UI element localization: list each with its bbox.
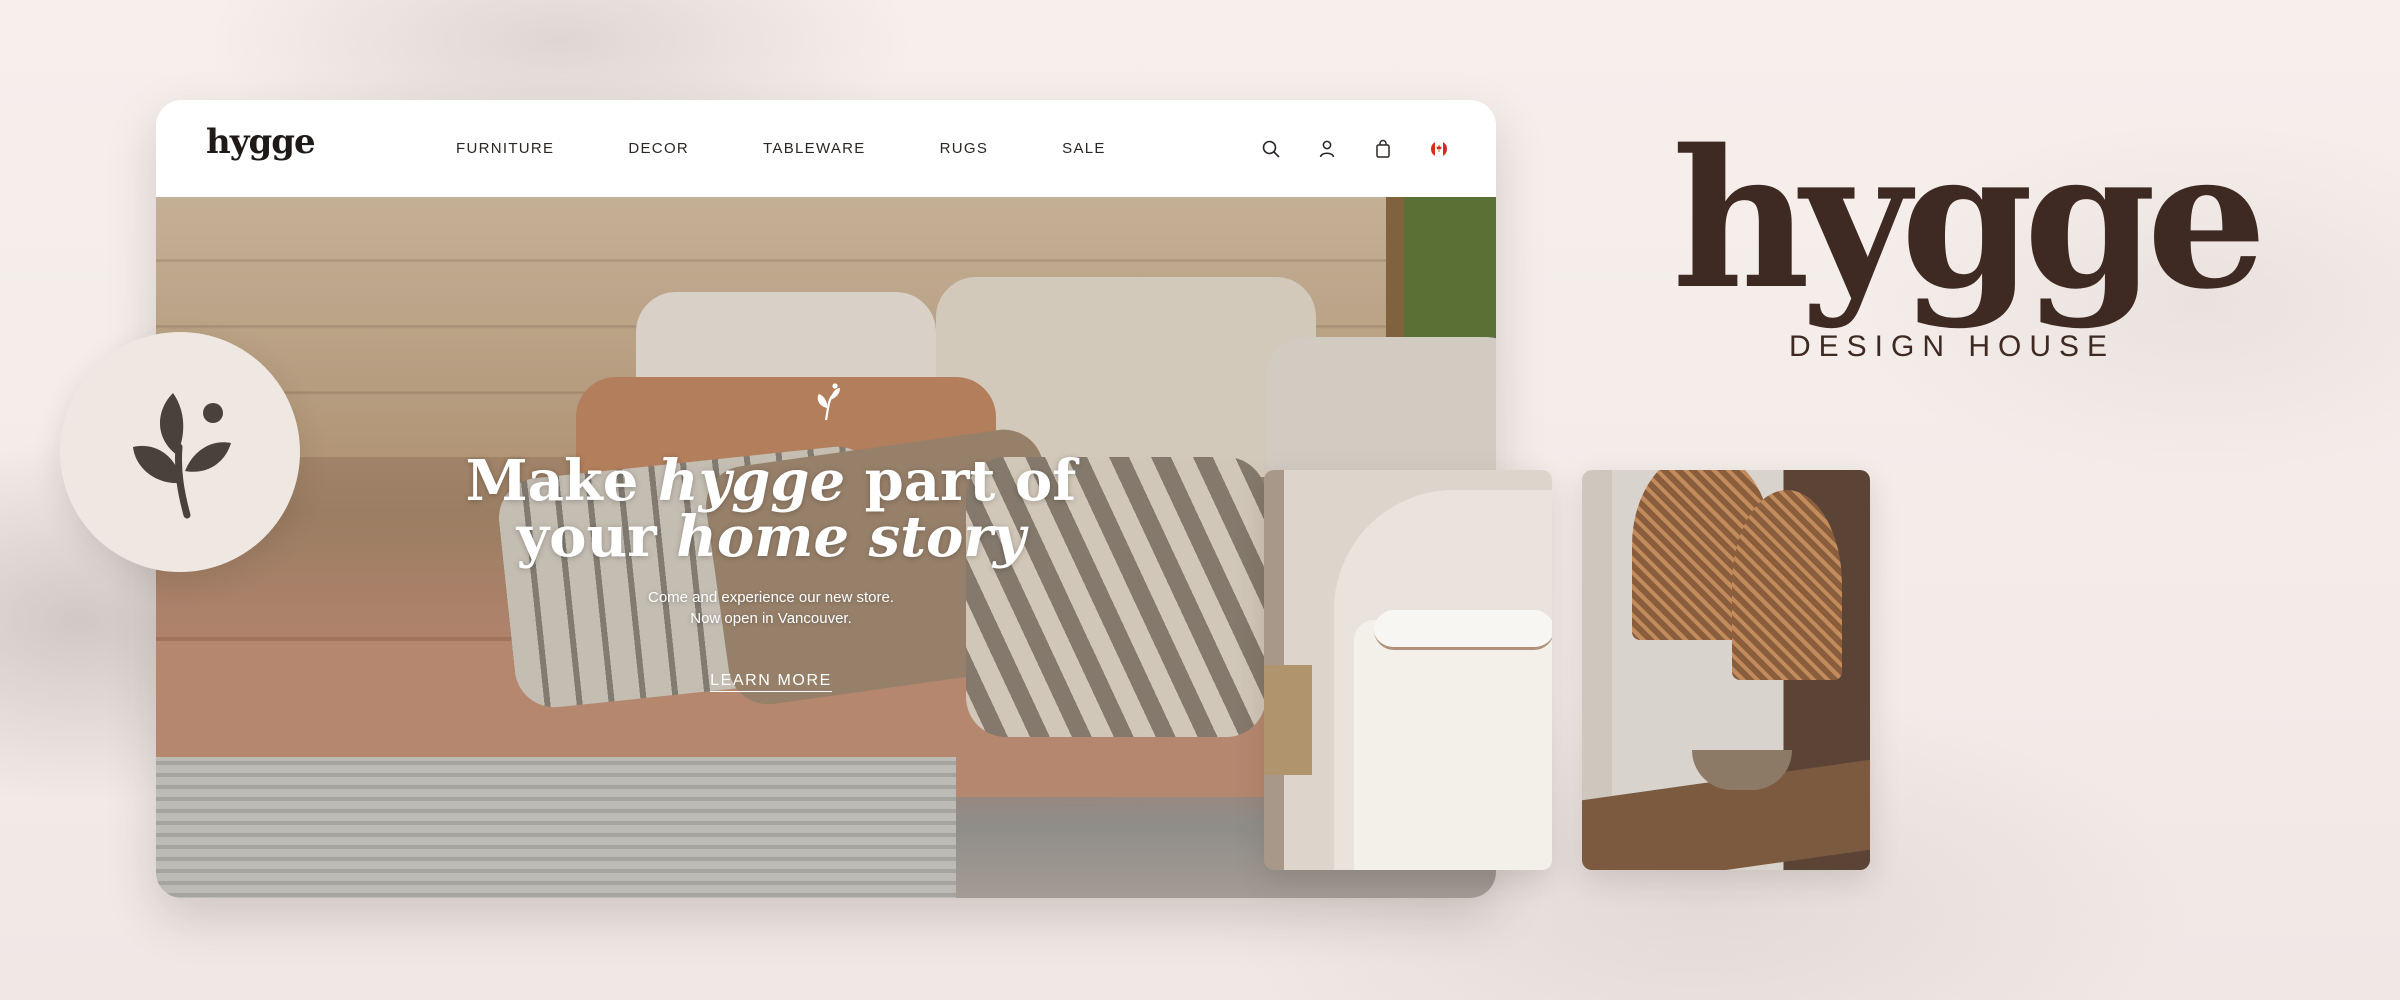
site-logo[interactable]: hygge [206, 122, 316, 162]
hero-title-text: your [516, 504, 677, 570]
main-nav: FURNITURE DECOR TABLEWARE RUGS SALE [456, 100, 1180, 197]
nav-item-furniture[interactable]: FURNITURE [456, 140, 554, 157]
nightstand [1264, 665, 1312, 775]
hero-subtitle: Come and experience our new store. Now o… [156, 587, 1386, 629]
bag-icon[interactable] [1372, 138, 1394, 160]
canada-flag-icon[interactable] [1428, 138, 1450, 160]
rattan-pendant-lamp [1732, 490, 1842, 680]
hero-cta-wrap: LEARN MORE [156, 672, 1386, 692]
nav-item-rugs[interactable]: RUGS [940, 140, 989, 157]
search-icon[interactable] [1260, 138, 1282, 160]
bed-sheet [1374, 610, 1552, 650]
dining-photo [1582, 470, 1870, 870]
bed-mattress [1354, 620, 1552, 870]
nav-item-tableware[interactable]: TABLEWARE [763, 140, 866, 157]
account-icon[interactable] [1316, 138, 1338, 160]
sprig-icon [810, 382, 844, 427]
nav-item-sale[interactable]: SALE [1062, 140, 1106, 157]
nav-item-decor[interactable]: DECOR [628, 140, 689, 157]
hero-title: Make hygge part of your home story [156, 453, 1386, 565]
hero-title-italic: home story [676, 504, 1026, 570]
brand-emblem [60, 332, 300, 572]
site-header: hygge FURNITURE DECOR TABLEWARE RUGS SAL… [156, 100, 1496, 197]
brand-lockup: hygge DESIGN HOUSE [1672, 108, 2267, 364]
leaf-sprig-icon [115, 375, 245, 530]
hero-subtitle-line: Now open in Vancouver. [690, 610, 852, 627]
hero-subtitle-line: Come and experience our new store. [648, 589, 894, 606]
brand-tagline: DESIGN HOUSE [1788, 330, 2116, 363]
bedroom-photo [1264, 470, 1552, 870]
brand-wordmark: hygge [1672, 108, 2267, 331]
learn-more-link[interactable]: LEARN MORE [710, 672, 832, 692]
header-icons [1260, 100, 1450, 197]
